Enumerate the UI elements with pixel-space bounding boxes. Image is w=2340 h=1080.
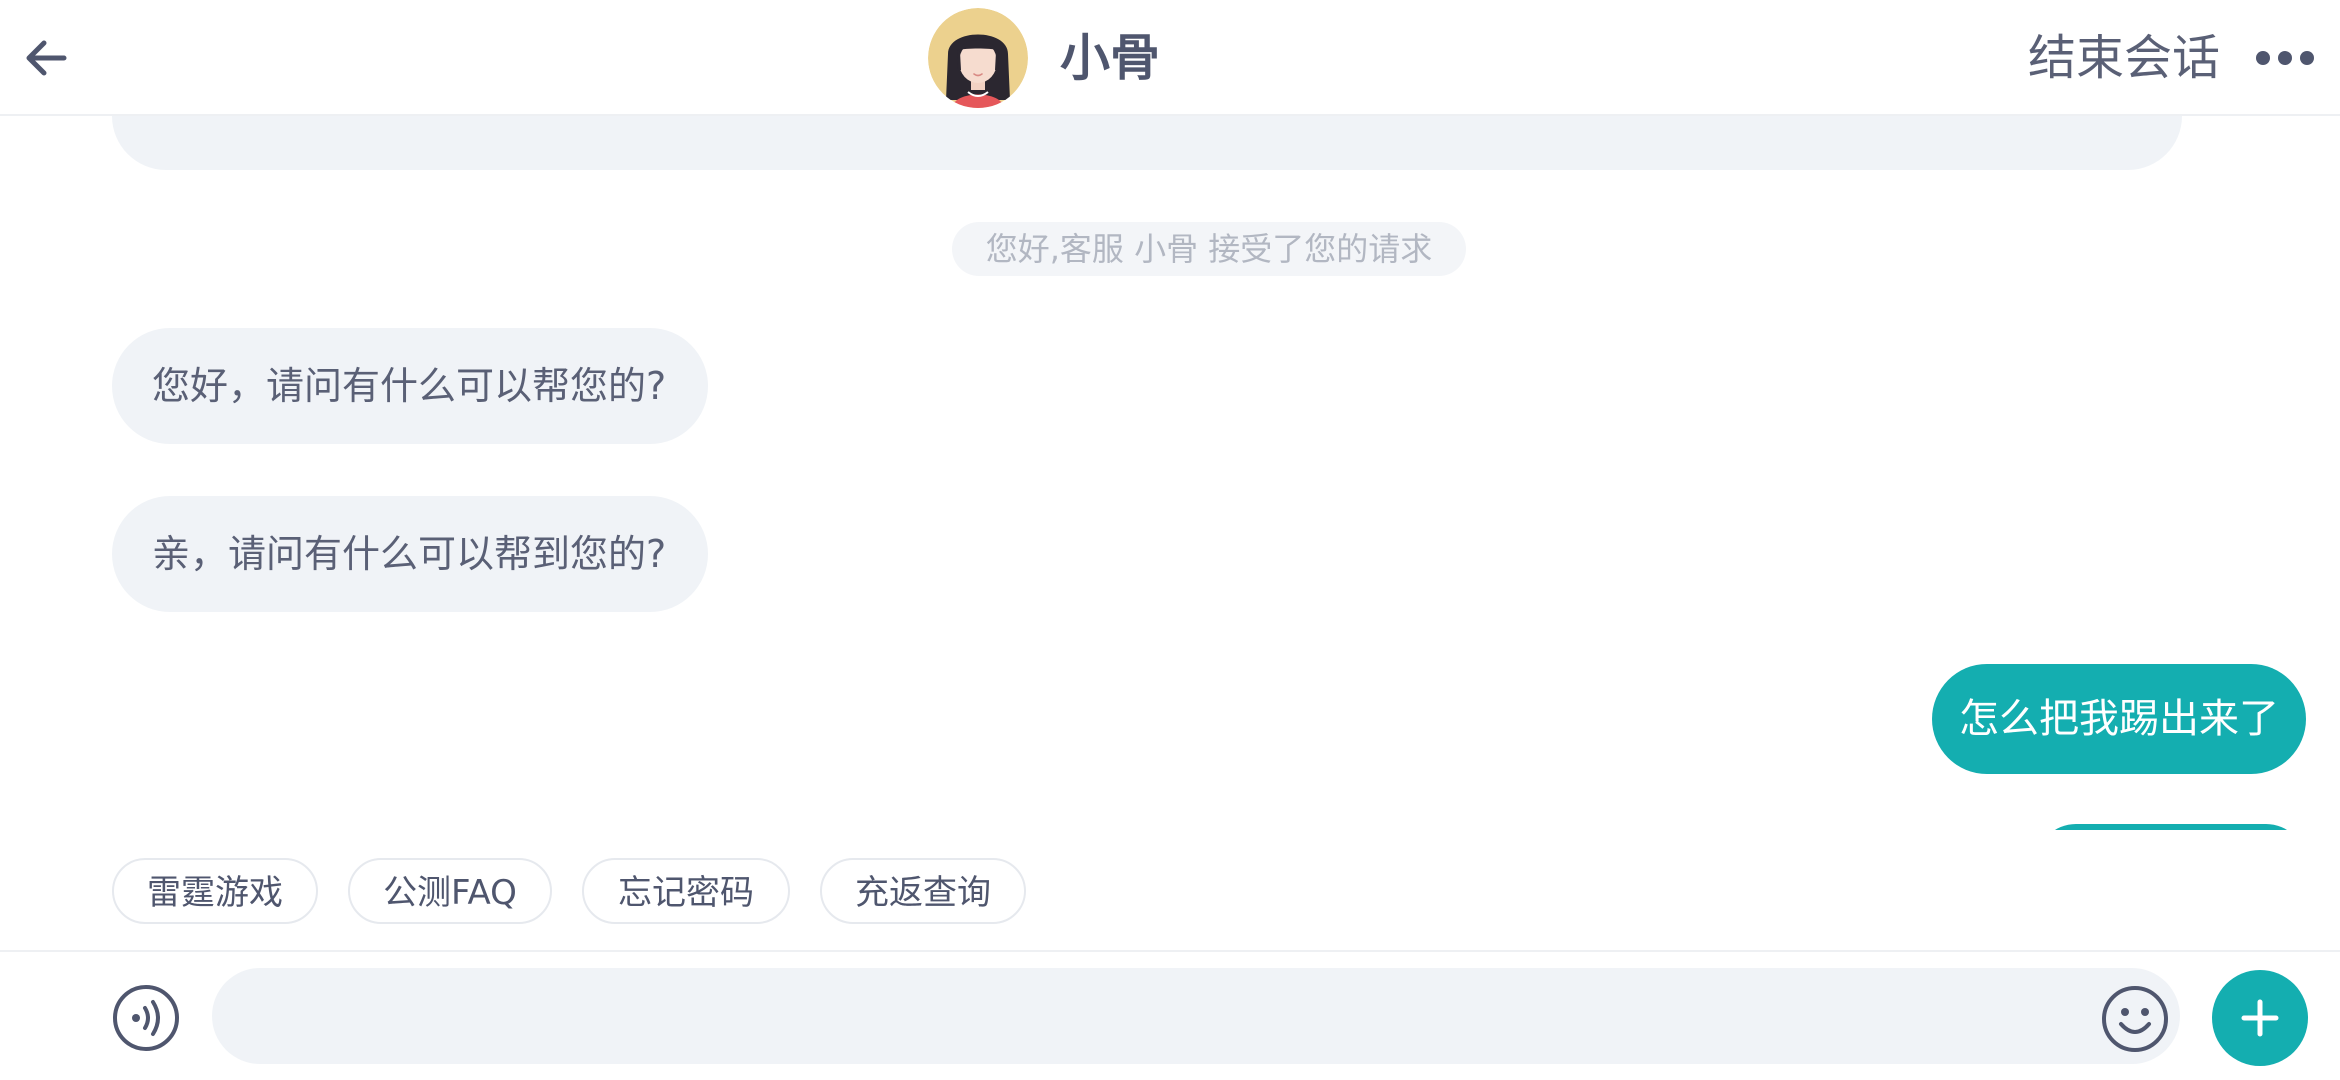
agent-message-bubble: 亲，请问有什么可以帮到您的? — [112, 496, 708, 612]
more-actions-button[interactable] — [2212, 970, 2308, 1066]
system-notice: 您好,客服 小骨 接受了您的请求 — [952, 222, 1466, 276]
end-session-button[interactable]: 结束会话 — [2028, 26, 2220, 90]
user-message-bubble: 怎么把我踢出来了 — [1932, 664, 2306, 774]
agent-name: 小骨 — [1060, 29, 1160, 87]
agent-message-bubble: 您好，请问有什么可以帮您的? — [112, 328, 708, 444]
quick-reply-bar: 雷霆游戏 公测FAQ 忘记密码 充返查询 — [0, 830, 2340, 950]
quick-reply-chip[interactable]: 忘记密码 — [582, 858, 790, 924]
message-input[interactable] — [212, 968, 2180, 1064]
quick-reply-chip[interactable]: 雷霆游戏 — [112, 858, 318, 924]
voice-icon — [113, 985, 179, 1051]
agent-avatar — [928, 8, 1028, 108]
more-options-button[interactable] — [2250, 30, 2320, 86]
plus-icon — [2241, 999, 2279, 1037]
message-input-bar — [0, 950, 2340, 1080]
back-button[interactable] — [18, 26, 74, 90]
chat-header: 小骨 结束会话 — [0, 0, 2340, 116]
more-horizontal-icon — [2256, 51, 2314, 65]
emoji-button[interactable] — [2100, 984, 2170, 1054]
emoji-icon — [2102, 986, 2168, 1052]
quick-reply-chip[interactable]: 充返查询 — [820, 858, 1026, 924]
quick-reply-chip[interactable]: 公测FAQ — [348, 858, 552, 924]
chat-screen: 小骨 结束会话 您好,客服 小骨 接受了您的请求 您好，请问有什么可以帮您的? … — [0, 0, 2340, 1080]
voice-input-button[interactable] — [112, 984, 180, 1052]
arrow-left-icon — [26, 40, 67, 76]
previous-message-bubble — [112, 114, 2182, 170]
chat-message-list[interactable]: 您好,客服 小骨 接受了您的请求 您好，请问有什么可以帮您的? 亲，请问有什么可… — [0, 114, 2340, 830]
